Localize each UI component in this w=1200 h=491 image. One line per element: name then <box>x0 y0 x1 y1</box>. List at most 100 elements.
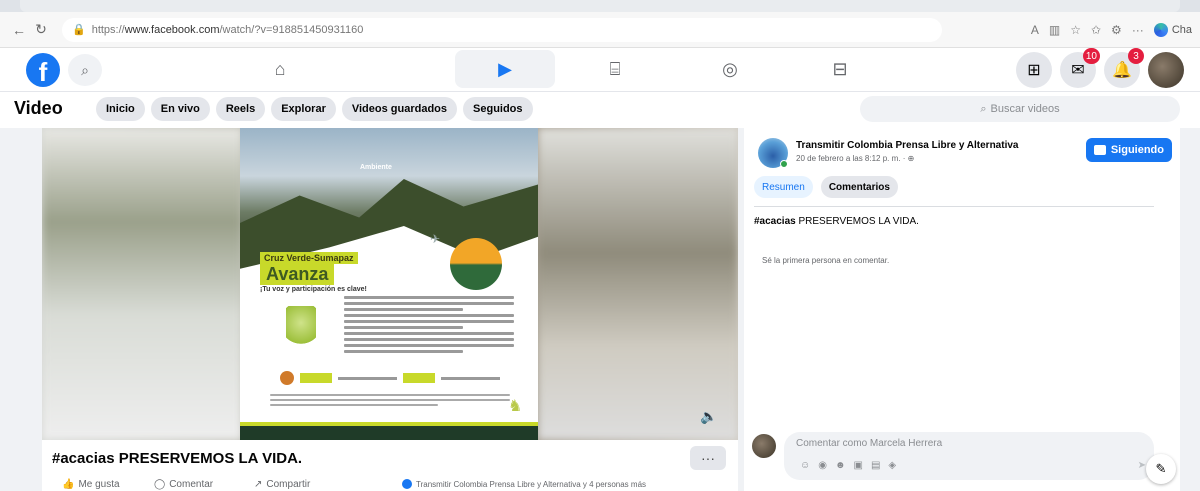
tab-resumen[interactable]: Resumen <box>754 176 813 198</box>
marketplace-icon[interactable]: ⌸ <box>565 50 665 88</box>
post-title-row: #acacias PRESERVEMOS LA VIDA. ··· <box>42 440 738 476</box>
poster-base <box>240 426 538 440</box>
video-player[interactable]: Ambiente Cruz Verde-Sumapaz Avanza ¡Tu v… <box>42 128 738 440</box>
no-comments-text: Sé la primera persona en comentar. <box>762 256 890 265</box>
chip-explorar[interactable]: Explorar <box>271 97 336 121</box>
notifications-bell-icon[interactable]: 🔔 3 <box>1104 48 1144 88</box>
facebook-logo[interactable]: f <box>26 53 60 87</box>
following-button[interactable]: Siguiendo <box>1085 138 1172 162</box>
address-bar[interactable]: 🔒 https://www.facebook.com/watch/?v=9188… <box>62 17 942 42</box>
like-button[interactable]: 👍 Me gusta <box>62 479 120 490</box>
url-prefix: https:// <box>91 23 125 36</box>
post-details-panel: Transmitir Colombia Prensa Libre y Alter… <box>744 128 1180 491</box>
video-subnav: Video Inicio En vivo Reels Explorar Vide… <box>0 92 1200 128</box>
poster-body-text <box>344 296 514 356</box>
page-name-link[interactable]: Transmitir Colombia Prensa Libre y Alter… <box>796 140 1018 151</box>
gaming-icon[interactable]: ⊟ <box>790 50 890 88</box>
deer-icon: ♞ <box>508 398 523 415</box>
chip-en-vivo[interactable]: En vivo <box>150 97 210 121</box>
url-path: /watch/?v=918851450931160 <box>219 23 364 36</box>
reactions-summary[interactable]: Transmitir Colombia Prensa Libre y Alter… <box>402 479 646 489</box>
comment-tools: ☺ ◉ ☻ ▣ ▤ ◈ <box>800 460 896 471</box>
video-chips: Inicio En vivo Reels Explorar Videos gua… <box>96 97 533 121</box>
account-avatar[interactable] <box>1148 52 1184 88</box>
volume-icon[interactable]: 🔈 <box>700 408 718 426</box>
search-icon[interactable]: ⌕ <box>68 54 102 86</box>
send-icon[interactable]: ➤ <box>1138 460 1146 471</box>
like-icon: 👍 <box>62 479 75 490</box>
commenter-avatar[interactable] <box>752 434 776 458</box>
post-title: #acacias PRESERVEMOS LA VIDA. <box>52 450 303 467</box>
bird-icon: ✈ <box>430 232 441 246</box>
favorites-bar-icon[interactable]: ✩ <box>1091 23 1101 37</box>
watch-icon[interactable]: ▶ <box>455 50 555 88</box>
poster-brand: Ambiente <box>360 164 392 171</box>
avatar-sticker-icon[interactable]: ☺ <box>800 460 810 471</box>
frailejon-plant-icon <box>286 306 316 354</box>
url-domain: www.facebook.com <box>124 23 220 36</box>
notifications-badge: 3 <box>1128 48 1144 64</box>
online-status-icon <box>780 160 788 168</box>
home-icon[interactable]: ⌂ <box>230 50 330 88</box>
post-actions: 👍 Me gusta ◯ Comentar ↗ Compartir Transmiti… <box>42 476 738 491</box>
split-screen-icon[interactable]: ▥ <box>1049 23 1060 37</box>
copilot-button[interactable]: Cha <box>1153 22 1192 37</box>
panel-tabs: Resumen Comentarios <box>754 176 898 198</box>
poster-date-row <box>280 368 500 388</box>
video-blur-backdrop-right <box>538 128 738 440</box>
active-tab[interactable] <box>20 0 1180 12</box>
poster-headline-small: Cruz Verde-Sumapaz <box>260 252 358 264</box>
favorite-icon[interactable]: ☆ <box>1070 23 1081 37</box>
post-timestamp: 20 de febrero a las 8:12 p. m. · ⊕ <box>796 154 915 163</box>
copilot-icon <box>1153 22 1168 37</box>
chip-reels[interactable]: Reels <box>215 97 266 121</box>
calendar-icon <box>280 371 294 385</box>
browser-toolbar: ← ↻ 🔒 https://www.facebook.com/watch/?v=… <box>0 12 1200 48</box>
page-title: Video <box>14 98 63 118</box>
read-aloud-icon[interactable]: A <box>1031 23 1039 37</box>
messenger-badge: 10 <box>1082 48 1100 64</box>
groups-icon[interactable]: ◎ <box>680 50 780 88</box>
chip-inicio[interactable]: Inicio <box>96 97 145 121</box>
comment-composer: Comentar como Marcela Herrera ☺ ◉ ☻ ▣ ▤ … <box>750 430 1180 486</box>
reload-icon[interactable]: ↻ <box>30 19 52 41</box>
messenger-icon[interactable]: ✉ 10 <box>1060 48 1100 88</box>
poster-headline-big: Avanza <box>260 264 335 285</box>
comment-input[interactable]: Comentar como Marcela Herrera ☺ ◉ ☻ ▣ ▤ … <box>784 432 1154 480</box>
video-frame-poster: Ambiente Cruz Verde-Sumapaz Avanza ¡Tu v… <box>240 128 538 440</box>
smile-icon[interactable]: ☻ <box>835 460 846 471</box>
video-blur-backdrop-left <box>42 128 242 440</box>
more-browser-icon[interactable]: ··· <box>1132 23 1144 37</box>
search-icon: ⌕ <box>980 102 987 115</box>
globe-icon: ⊕ <box>907 154 915 163</box>
new-message-icon[interactable]: ✎ <box>1146 454 1176 484</box>
following-icon <box>1093 145 1106 155</box>
share-icon: ↗ <box>254 479 263 490</box>
poster-badge-logo <box>450 238 502 290</box>
share-button[interactable]: ↗ Compartir <box>254 479 310 490</box>
poster-subtitle: ¡Tu voz y participación es clave! <box>260 286 367 293</box>
chip-videos-guardados[interactable]: Videos guardados <box>341 97 458 121</box>
comment-placeholder: Comentar como Marcela Herrera <box>796 438 943 449</box>
facebook-header: f ⌕ ⌂ ▶ ⌸ ◎ ⊟ ⊞ ✉ 10 🔔 3 <box>0 48 1200 92</box>
comment-icon: ◯ <box>154 479 166 490</box>
hashtag-link[interactable]: #acacias <box>754 216 796 227</box>
tab-comentarios[interactable]: Comentarios <box>820 176 898 198</box>
gif-icon[interactable]: ▤ <box>871 460 880 471</box>
camera-icon[interactable]: ▣ <box>853 460 862 471</box>
sticker-icon[interactable]: ◈ <box>888 460 896 471</box>
poster-footer-text <box>270 394 510 409</box>
divider <box>754 206 1154 207</box>
chip-seguidos[interactable]: Seguidos <box>463 97 533 121</box>
extensions-icon[interactable]: ⚙ <box>1111 23 1122 37</box>
more-options-button[interactable]: ··· <box>690 446 726 470</box>
browser-tab-bar <box>0 0 1200 12</box>
like-reaction-icon <box>402 479 412 489</box>
menu-grid-icon[interactable]: ⊞ <box>1016 52 1052 88</box>
back-icon[interactable]: ← <box>8 19 30 41</box>
emoji-icon[interactable]: ◉ <box>818 460 827 471</box>
post-caption: #acacias PRESERVEMOS LA VIDA. <box>754 216 919 227</box>
lock-icon: 🔒 <box>72 24 86 36</box>
comment-button[interactable]: ◯ Comentar <box>154 479 213 490</box>
video-search-input[interactable]: ⌕ Buscar videos <box>860 96 1180 122</box>
